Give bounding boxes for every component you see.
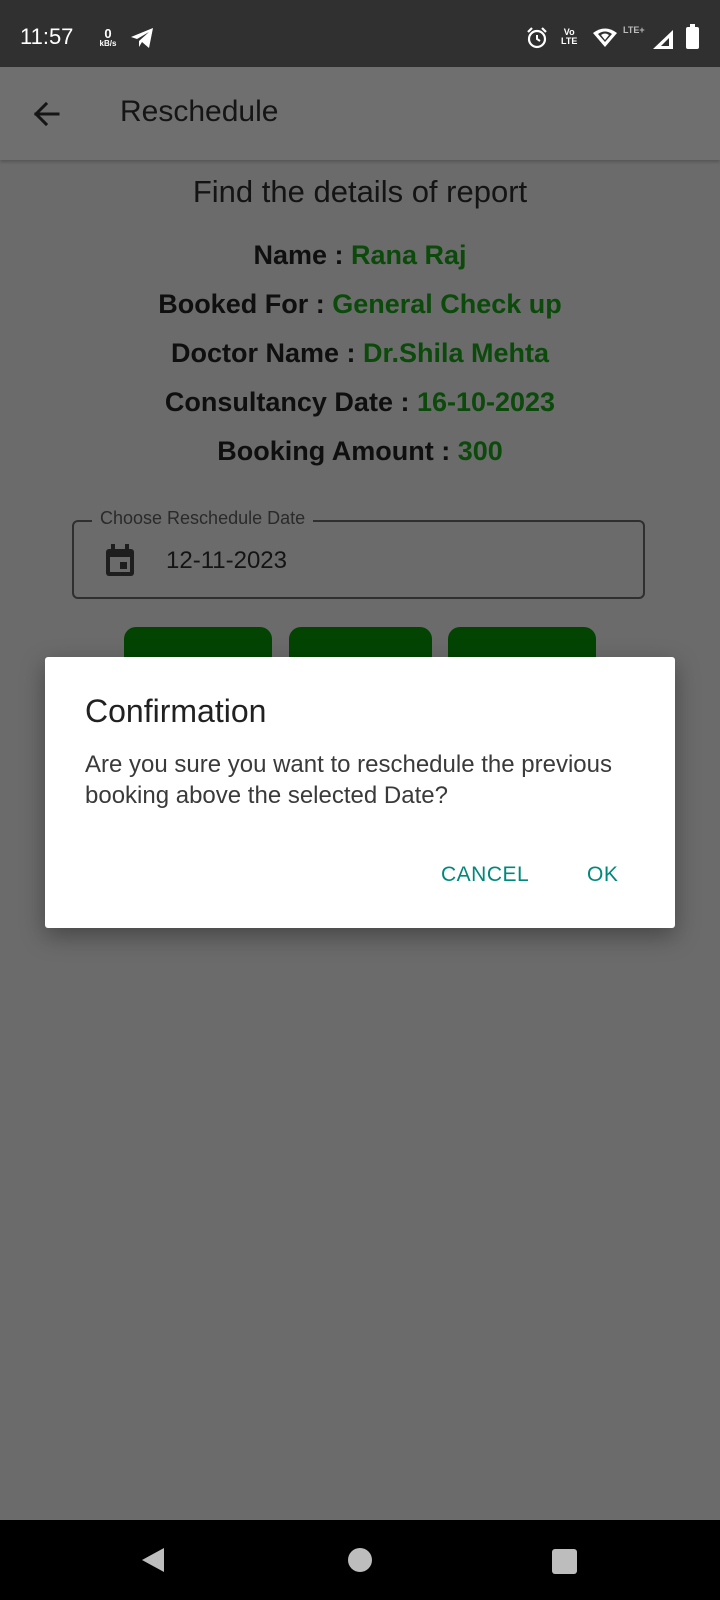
- telegram-icon: [130, 27, 154, 54]
- dialog-title: Confirmation: [85, 693, 267, 729]
- app-bar: Reschedule: [0, 67, 720, 160]
- status-bar: 11:57 0 kB/s Vo LTE LTE+: [0, 0, 720, 67]
- reschedule-date-value: 12-11-2023: [166, 547, 287, 574]
- back-arrow-icon[interactable]: [26, 93, 68, 135]
- detail-value: 16-10-2023: [416, 387, 556, 417]
- calendar-icon: [104, 544, 136, 583]
- detail-value: Dr.Shila Mehta: [363, 338, 550, 368]
- system-nav-bar: [0, 1520, 720, 1600]
- detail-label: Consultancy Date :: [164, 387, 417, 417]
- battery-icon: [686, 24, 699, 49]
- detail-booked-for: Booked For : General Check up: [0, 289, 720, 320]
- reschedule-date-field[interactable]: Choose Reschedule Date 12-11-2023: [72, 508, 645, 599]
- dialog-message: Are you sure you want to reschedule the …: [85, 751, 612, 809]
- detail-value: General Check up: [332, 289, 562, 319]
- status-time: 11:57: [20, 24, 74, 49]
- volte-bottom-label: LTE: [561, 36, 578, 46]
- page-title: Reschedule: [120, 95, 279, 128]
- network-speed: 0 kB/s: [95, 27, 121, 48]
- reschedule-date-label: Choose Reschedule Date: [92, 508, 314, 529]
- detail-label: Booked For :: [158, 289, 333, 319]
- nav-back-icon[interactable]: [140, 1546, 166, 1579]
- detail-label: Doctor Name :: [170, 338, 363, 368]
- lte-plus-label: LTE+: [623, 25, 645, 35]
- detail-consultancy-date: Consultancy Date : 16-10-2023: [0, 387, 720, 418]
- volte-indicator: Vo LTE: [561, 28, 577, 46]
- confirmation-dialog: Confirmation Are you sure you want to re…: [45, 657, 675, 928]
- wifi-icon: [592, 28, 618, 53]
- detail-booking-amount: Booking Amount : 300: [0, 436, 720, 467]
- signal-icon: [652, 30, 674, 55]
- detail-doctor-name: Doctor Name : Dr.Shila Mehta: [0, 338, 720, 369]
- nav-recents-icon[interactable]: [552, 1549, 577, 1574]
- detail-value: Rana Raj: [351, 240, 467, 270]
- network-speed-unit: kB/s: [99, 39, 117, 48]
- detail-name: Name : Rana Raj: [0, 240, 720, 271]
- nav-home-icon[interactable]: [348, 1548, 372, 1572]
- detail-label: Name :: [253, 240, 351, 270]
- report-heading: Find the details of report: [192, 174, 528, 209]
- detail-label: Booking Amount :: [217, 436, 458, 466]
- ok-button[interactable]: OK: [587, 863, 618, 887]
- cancel-button[interactable]: CANCEL: [441, 863, 529, 887]
- detail-value: 300: [457, 436, 503, 466]
- alarm-icon: [525, 26, 549, 55]
